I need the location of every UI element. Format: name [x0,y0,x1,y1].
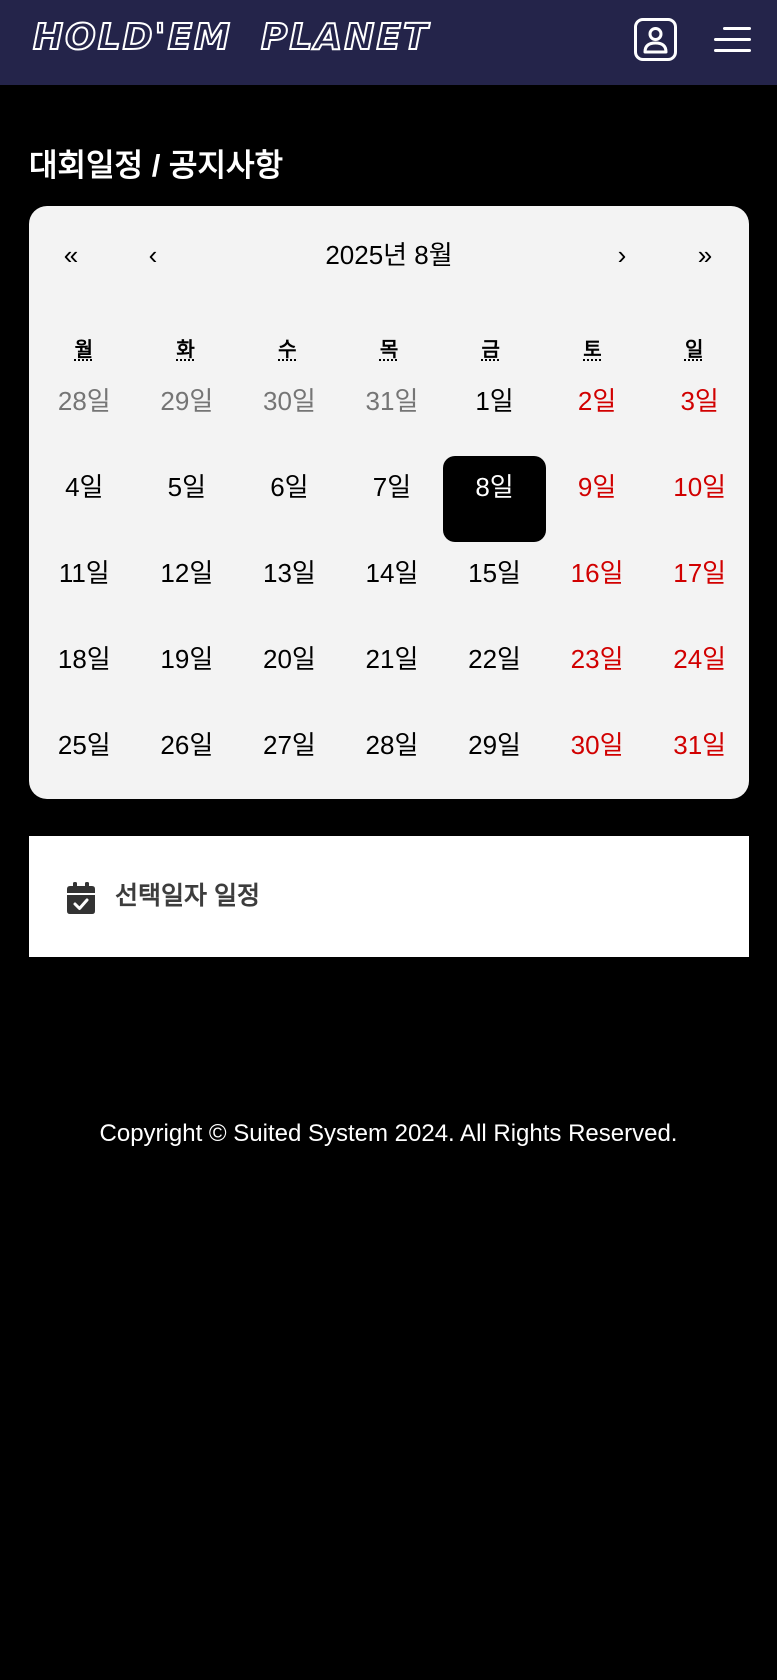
calendar-day[interactable]: 24일 [648,628,751,714]
calendar-day[interactable]: 5일 [136,456,239,542]
hamburger-menu-icon [714,49,751,52]
site-logo[interactable]: HOLD'EM PLANET [32,17,430,59]
calendar-check-icon [67,882,95,914]
calendar-day[interactable]: 28일 [33,370,136,456]
calendar-day[interactable]: 4일 [33,456,136,542]
calendar-day[interactable]: 26일 [136,714,239,800]
calendar-day[interactable]: 10일 [648,456,751,542]
next-year-button[interactable]: » [680,230,730,280]
hamburger-menu-button[interactable] [711,24,751,56]
user-profile-icon [643,27,668,54]
weekday-label: 수 [278,339,297,361]
weekday-label: 토 [583,339,602,361]
calendar-days-grid: 28일 29일 30일 31일 1일 2일 3일 4일 5일 6일 7일 8일 9일 10일 11일 12일 1… [33,370,751,800]
calendar-day[interactable]: 21일 [341,628,444,714]
page-title: 대회일정 / 공지사항 [29,148,283,183]
calendar-day[interactable]: 17일 [648,542,751,628]
weekday-label: 금 [481,339,500,361]
next-month-button[interactable]: › [597,230,647,280]
calendar-day[interactable]: 18일 [33,628,136,714]
calendar-day[interactable]: 29일 [136,370,239,456]
footer-copyright: Copyright © Suited System 2024. All Righ… [99,1120,678,1147]
calendar-day[interactable]: 22일 [443,628,546,714]
calendar-day[interactable]: 14일 [341,542,444,628]
calendar-day[interactable]: 1일 [443,370,546,456]
calendar-day[interactable]: 27일 [238,714,341,800]
hamburger-menu-icon [714,38,751,41]
calendar-day[interactable]: 19일 [136,628,239,714]
selected-date-schedule-panel: 선택일자 일정 [29,836,749,957]
calendar-month-title[interactable]: 2025년 8월 [259,230,519,280]
user-profile-button[interactable] [634,18,677,61]
calendar-day[interactable]: 31일 [648,714,751,800]
weekday-label: 일 [684,339,704,361]
calendar-day[interactable]: 31일 [341,370,444,456]
calendar-day[interactable]: 29일 [443,714,546,800]
calendar-day[interactable]: 25일 [33,714,136,800]
calendar-day[interactable]: 30일 [238,370,341,456]
calendar-day[interactable]: 6일 [238,456,341,542]
app-header: HOLD'EM PLANET [0,0,777,85]
calendar-day[interactable]: 3일 [648,370,751,456]
weekday-header: 월 화 수 목 금 토 일 [29,330,749,370]
calendar-day[interactable]: 13일 [238,542,341,628]
calendar-day[interactable]: 2일 [546,370,649,456]
calendar-day[interactable]: 28일 [341,714,444,800]
calendar-day[interactable]: 9일 [546,456,649,542]
weekday-label: 월 [74,339,94,361]
calendar-day[interactable]: 7일 [341,456,444,542]
prev-year-button[interactable]: « [46,230,96,280]
weekday-label: 화 [176,339,195,361]
calendar-day[interactable]: 16일 [546,542,649,628]
weekday-label: 목 [379,339,399,361]
calendar-day[interactable]: 15일 [443,542,546,628]
calendar-day[interactable]: 11일 [33,542,136,628]
calendar: « ‹ 2025년 8월 › » 월 화 수 목 금 토 일 28일 29일 30일… [29,206,749,799]
calendar-day[interactable]: 12일 [136,542,239,628]
calendar-day-selected[interactable]: 8일 [443,456,546,542]
calendar-day[interactable]: 20일 [238,628,341,714]
prev-month-button[interactable]: ‹ [128,230,178,280]
schedule-title: 선택일자 일정 [115,882,260,910]
calendar-day[interactable]: 23일 [546,628,649,714]
calendar-day[interactable]: 30일 [546,714,649,800]
hamburger-menu-icon [723,27,751,30]
